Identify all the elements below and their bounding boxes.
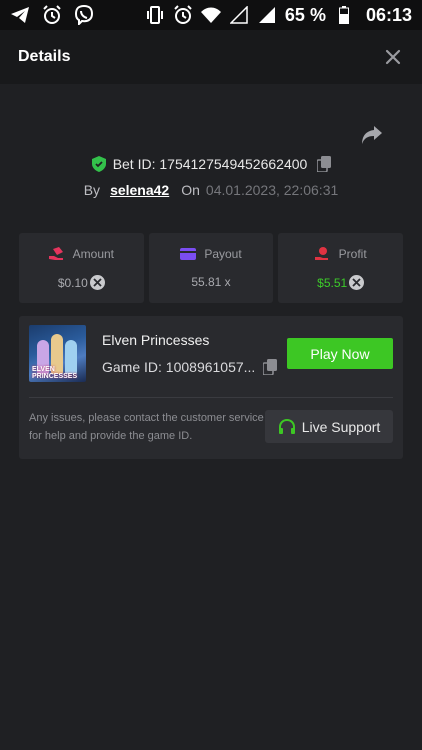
clock: 06:13 — [365, 4, 412, 25]
amount-value: $0.10 — [57, 275, 88, 290]
profit-label: Profit — [338, 247, 367, 261]
profit-icon — [314, 247, 331, 261]
game-thumbnail[interactable]: ELVEN PRINCESSES — [29, 325, 86, 382]
game-id-row: Game ID: 1008961057... — [102, 359, 278, 376]
game-name: Elven Princesses — [102, 332, 210, 348]
profit-value: $5.51 — [317, 275, 348, 290]
page-title: Details — [18, 48, 71, 65]
share-icon[interactable] — [360, 124, 384, 146]
currency-x-icon — [89, 275, 105, 290]
signal-empty-icon — [229, 5, 249, 25]
game-panel: ELVEN PRINCESSES Elven Princesses Game I… — [19, 316, 403, 459]
wifi-icon — [200, 5, 221, 25]
headset-icon — [278, 418, 296, 435]
play-now-button[interactable]: Play Now — [287, 338, 393, 369]
payout-value: 55.81 x — [191, 275, 231, 289]
support-help-text: Any issues, please contact the customer … — [29, 412, 264, 442]
live-support-button[interactable]: Live Support — [265, 410, 393, 443]
username-link[interactable]: selena42 — [110, 182, 169, 198]
card-icon — [180, 247, 197, 261]
bet-id-row: Bet ID: 1754127549452662400 — [0, 154, 422, 174]
shield-check-icon — [91, 156, 107, 172]
divider — [29, 397, 393, 398]
payout-card: Payout 55.81 x — [148, 233, 274, 303]
bet-id: Bet ID: 1754127549452662400 — [112, 156, 308, 172]
amount-label: Amount — [72, 247, 115, 261]
on-label: On — [181, 182, 200, 198]
status-bar: 65 % 06:13 — [0, 0, 422, 30]
by-label: By — [83, 182, 101, 198]
alarm-icon — [173, 5, 193, 25]
alarm-icon — [42, 5, 62, 25]
bet-date: 04.01.2023, 22:06:31 — [205, 182, 339, 198]
amount-icon — [48, 247, 65, 261]
bet-stats: Amount $0.10 Payout 55.81 x Profit $5.51 — [19, 233, 404, 303]
profit-card: Profit $5.51 — [278, 233, 404, 303]
game-id: Game ID: 1008961057... — [102, 359, 256, 375]
currency-x-icon — [349, 275, 365, 290]
bet-owner-row: By selena42 On 04.01.2023, 22:06:31 — [0, 180, 422, 200]
game-thumbnail-title: ELVEN PRINCESSES — [32, 366, 78, 380]
battery-icon — [334, 5, 354, 25]
copy-icon[interactable] — [316, 156, 332, 173]
signal-icon — [257, 5, 277, 25]
battery-percent: 65 % — [284, 4, 326, 25]
amount-card: Amount $0.10 — [19, 233, 144, 303]
vibrate-icon — [145, 5, 165, 25]
live-support-label: Live Support — [301, 418, 381, 435]
details-header: Details — [0, 30, 422, 84]
telegram-icon — [10, 5, 30, 25]
viber-icon — [74, 5, 94, 25]
payout-label: Payout — [204, 247, 242, 261]
copy-icon[interactable] — [262, 359, 278, 376]
close-icon[interactable] — [382, 46, 404, 68]
